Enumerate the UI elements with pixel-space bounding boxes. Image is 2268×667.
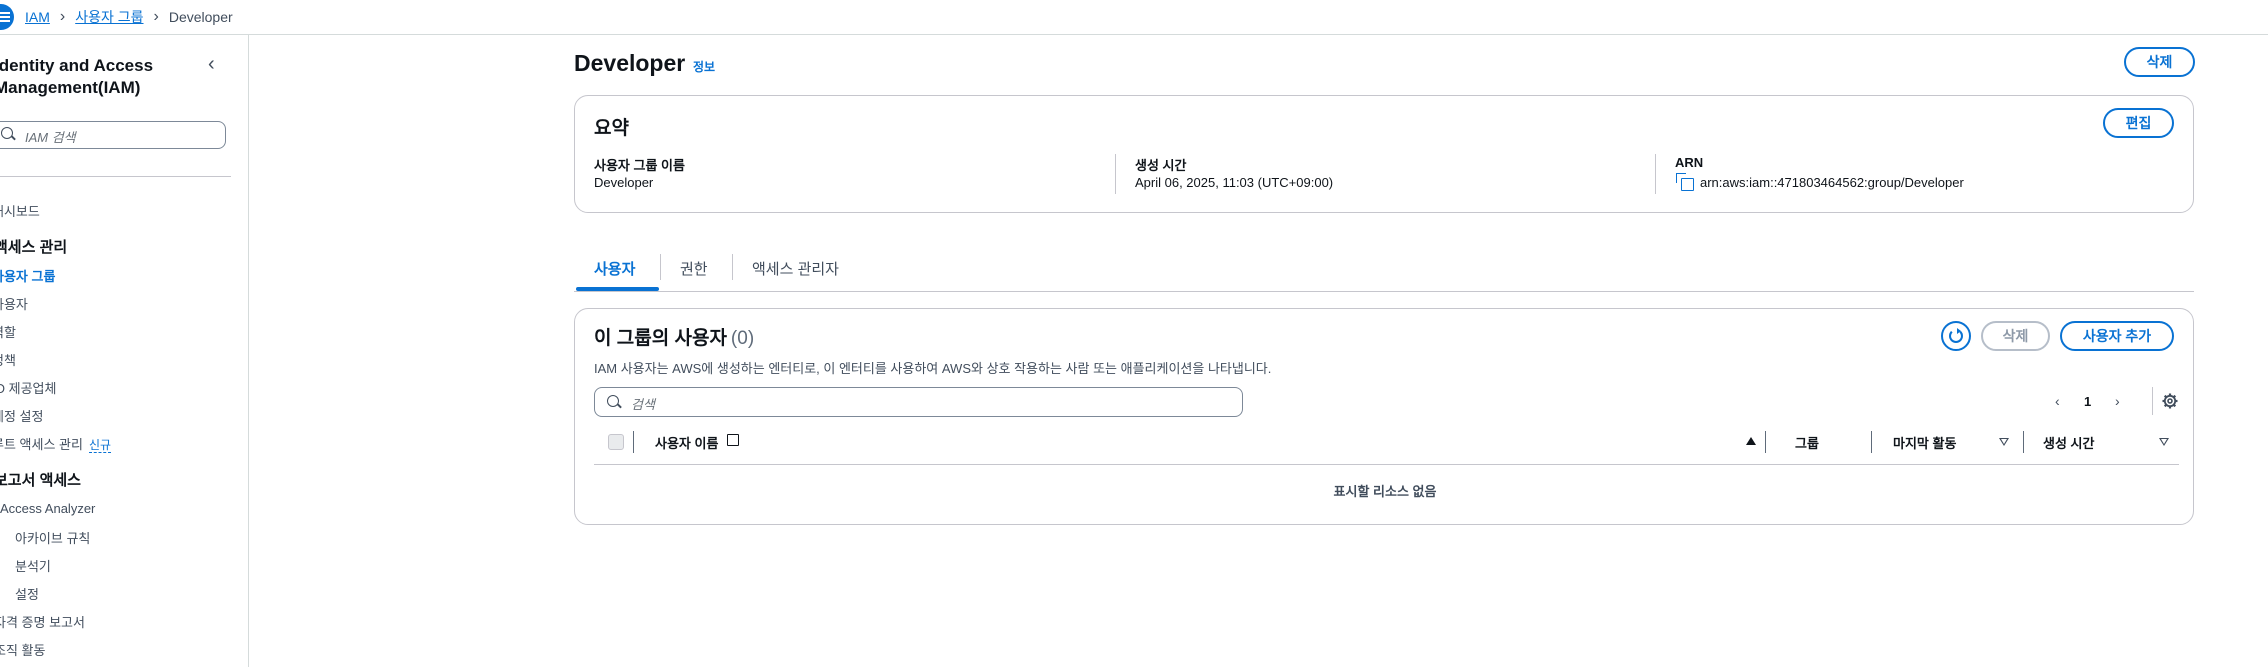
sidebar-item-credential-report[interactable]: 자격 증명 보고서	[0, 612, 234, 631]
top-navigation-bar: IAM › 사용자 그룹 › Developer	[0, 0, 2268, 35]
sidebar-item-dashboard[interactable]: 대시보드	[0, 201, 232, 220]
sidebar-title: Identity and Access Management(IAM)	[0, 56, 154, 97]
sidebar: Identity and Access Management(IAM) ‹ IA…	[0, 35, 249, 667]
info-link[interactable]: 정보	[693, 58, 715, 75]
previous-page-icon[interactable]: ‹	[2055, 393, 2060, 409]
empty-state-message: 표시할 리소스 없음	[1333, 484, 1437, 499]
panel-title: 이 그룹의 사용자 (0)	[594, 323, 754, 350]
table-search-input[interactable]: 검색	[594, 387, 1243, 417]
menu-icon[interactable]	[0, 4, 14, 30]
tab-divider	[660, 254, 661, 280]
user-count: (0)	[730, 328, 755, 349]
refresh-button[interactable]	[1941, 321, 1971, 351]
group-name-value: Developer	[594, 175, 654, 190]
summary-card: 요약 편집 사용자 그룹 이름 Developer 생성 시간 April 06…	[574, 95, 2194, 213]
arn-label: ARN	[1675, 155, 1704, 170]
column-header-creation-time[interactable]: 생성 시간	[2043, 433, 2094, 452]
sort-icon[interactable]	[2159, 438, 2169, 446]
pager-divider	[2152, 387, 2153, 415]
sidebar-item-archive-rules[interactable]: 아카이브 규칙	[15, 528, 255, 547]
sort-icon[interactable]	[1999, 438, 2009, 446]
sidebar-item-analyzers[interactable]: 분석기	[15, 556, 255, 575]
column-divider	[1655, 154, 1656, 194]
sidebar-item-identity-providers[interactable]: ID 제공업체	[0, 378, 232, 397]
page-title: Developer	[574, 50, 686, 76]
sidebar-section-access-management[interactable]: 액세스 관리	[0, 236, 234, 257]
tab-users[interactable]: 사용자	[594, 258, 635, 279]
chevron-right-icon: ›	[153, 8, 159, 25]
sidebar-section-access-reports[interactable]: 보고서 액세스	[0, 469, 234, 490]
settings-gear-icon[interactable]	[2162, 393, 2178, 409]
tabs-baseline	[574, 291, 2194, 292]
select-all-checkbox[interactable]	[608, 434, 624, 450]
collapse-sidebar-icon[interactable]: ‹	[208, 53, 215, 76]
search-icon	[1, 127, 13, 139]
sidebar-item-organization-activity[interactable]: 조직 활동	[0, 640, 234, 659]
active-tab-indicator	[576, 287, 659, 291]
breadcrumb: IAM › 사용자 그룹 › Developer	[25, 5, 233, 29]
column-divider	[1871, 431, 1872, 453]
column-divider	[1765, 431, 1766, 453]
panel-title-text: 이 그룹의 사용자	[594, 328, 727, 349]
created-time-value: April 06, 2025, 11:03 (UTC+09:00)	[1135, 175, 1334, 190]
arn-value: arn:aws:iam::471803464562:group/Develope…	[1700, 175, 1964, 190]
sidebar-item-access-analyzer[interactable]: Access Analyzer	[0, 501, 240, 516]
column-divider	[633, 431, 634, 453]
column-header-group[interactable]: 그룹	[1795, 433, 1819, 452]
summary-title: 요약	[594, 118, 629, 139]
sidebar-item-policies[interactable]: 정책	[0, 350, 232, 369]
add-users-button[interactable]: 사용자 추가	[2060, 321, 2174, 351]
chevron-right-icon: ›	[59, 8, 66, 25]
sidebar-item-user-groups[interactable]: 사용자 그룹	[0, 266, 232, 285]
external-link-icon	[727, 434, 739, 446]
sidebar-item-account-settings[interactable]: 계정 설정	[0, 406, 232, 425]
sidebar-divider	[0, 176, 231, 177]
created-time-label: 생성 시간	[1135, 158, 1187, 173]
edit-button[interactable]: 편집	[2103, 108, 2174, 138]
group-users-panel: 이 그룹의 사용자 (0) IAM 사용자는 AWS에 생성하는 엔터티로, 이 …	[574, 308, 2194, 525]
sort-ascending-icon[interactable]	[1746, 437, 1756, 445]
next-page-icon[interactable]: ›	[2115, 393, 2120, 409]
sidebar-item-users[interactable]: 사용자	[0, 294, 232, 313]
panel-description: IAM 사용자는 AWS에 생성하는 엔터티로, 이 엔터티를 사용하여 AWS…	[594, 361, 1272, 376]
tab-access-advisor[interactable]: 액세스 관리자	[752, 258, 839, 279]
column-header-last-activity[interactable]: 마지막 활동	[1893, 433, 1956, 452]
current-page[interactable]: 1	[2084, 394, 2091, 409]
column-header-user-name[interactable]: 사용자 이름	[655, 433, 718, 452]
table-search-placeholder: 검색	[631, 397, 655, 412]
sidebar-item-root-access-management[interactable]: 루트 액세스 관리 신규	[0, 434, 232, 453]
sidebar-search-input[interactable]: IAM 검색	[0, 121, 226, 149]
column-divider	[2023, 431, 2024, 453]
sidebar-item-roles[interactable]: 역할	[0, 322, 232, 341]
breadcrumb-user-groups[interactable]: 사용자 그룹	[75, 7, 143, 27]
sidebar-item-label: 루트 액세스 관리	[0, 437, 83, 452]
breadcrumb-current: Developer	[168, 9, 233, 25]
delete-group-button[interactable]: 삭제	[2124, 47, 2195, 77]
sidebar-item-settings[interactable]: 설정	[15, 584, 255, 603]
sidebar-search-placeholder: IAM 검색	[25, 130, 76, 145]
tab-divider	[732, 254, 733, 280]
group-name-label: 사용자 그룹 이름	[594, 158, 685, 173]
breadcrumb-iam[interactable]: IAM	[25, 9, 50, 25]
table-header-divider	[594, 464, 2179, 465]
new-badge[interactable]: 신규	[88, 438, 112, 453]
remove-users-button[interactable]: 삭제	[1981, 321, 2050, 351]
column-divider	[1115, 154, 1116, 194]
copy-icon[interactable]	[1676, 173, 1694, 191]
tab-permissions[interactable]: 권한	[680, 258, 708, 279]
search-icon	[607, 395, 619, 407]
